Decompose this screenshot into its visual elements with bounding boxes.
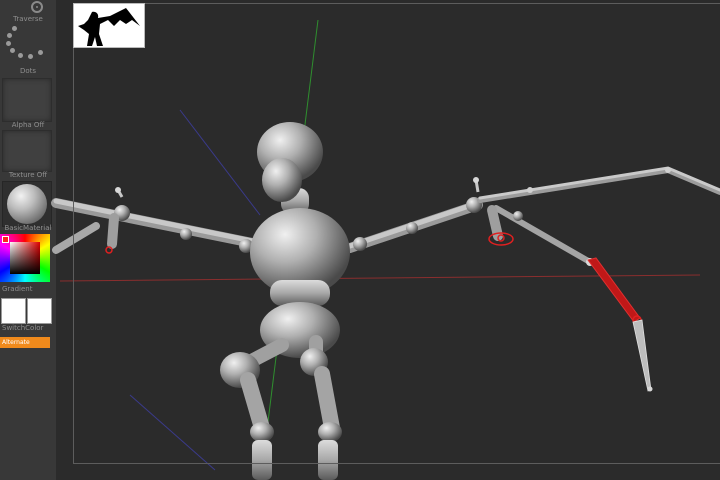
document-frame	[73, 3, 720, 464]
zbrush-app: Traverse Dots Alpha Off Texture Off Basi…	[0, 0, 720, 480]
silhouette-icon	[78, 8, 140, 46]
navigation-thumbnail[interactable]	[73, 3, 145, 48]
